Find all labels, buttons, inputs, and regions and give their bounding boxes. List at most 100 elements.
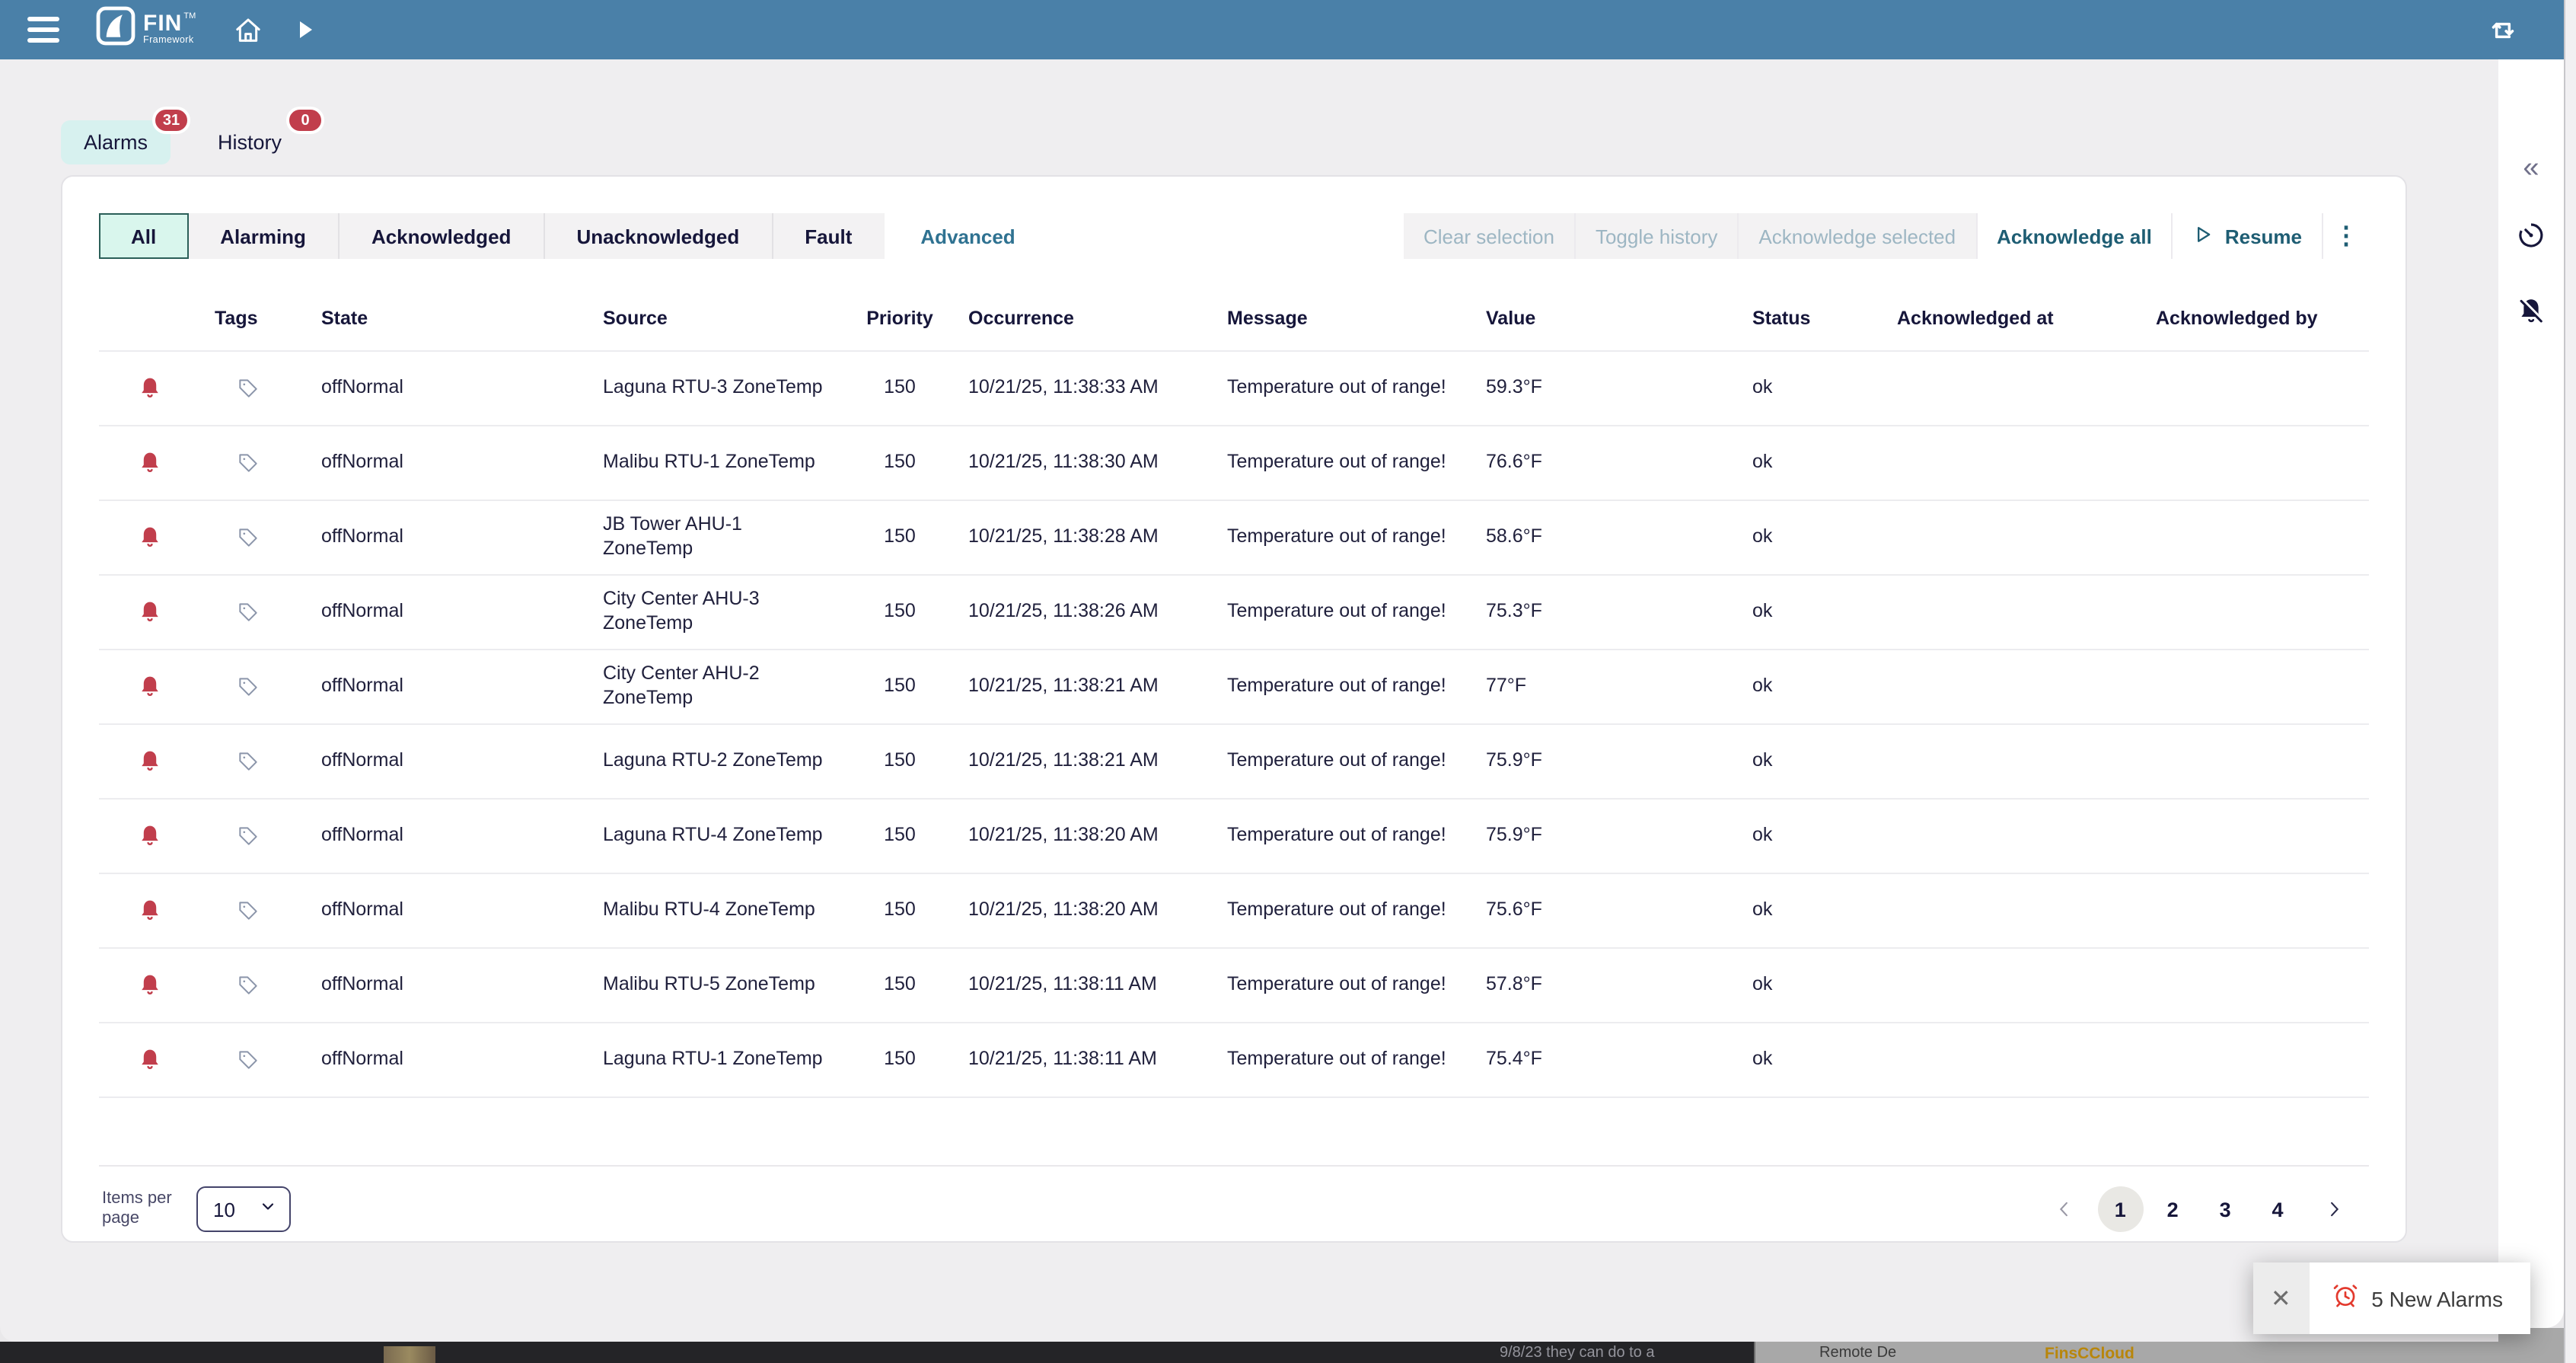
alarm-row[interactable]: offNormal Malibu RTU-1 ZoneTemp 150 10/2… (99, 425, 2369, 500)
more-options-kebab-icon[interactable]: ⋮ (2323, 213, 2369, 259)
tag-icon[interactable] (199, 445, 306, 481)
filter-segment-button[interactable]: Acknowledged (340, 213, 545, 259)
tag-icon[interactable] (199, 370, 306, 407)
acknowledged-by-cell (2141, 905, 2369, 917)
acknowledged-by-cell (2141, 755, 2369, 768)
tag-icon[interactable] (199, 743, 306, 780)
toast-message: 5 New Alarms (2371, 1286, 2503, 1310)
acknowledged-by-cell (2141, 382, 2369, 394)
page-numbers: 1 2 3 4 (2097, 1186, 2300, 1232)
alarm-bell-icon (99, 524, 199, 551)
alarm-row[interactable]: offNormal Laguna RTU-4 ZoneTemp 150 10/2… (99, 798, 2369, 873)
alarm-row[interactable]: offNormal City Center AHU-2 ZoneTemp 150… (99, 649, 2369, 723)
history-clock-icon[interactable] (2515, 219, 2547, 259)
column-header[interactable]: Message (1212, 308, 1471, 329)
source-cell: Laguna RTU-4 ZoneTemp (588, 818, 846, 854)
page-size-select[interactable]: 10 (196, 1186, 291, 1232)
acknowledged-at-cell (1882, 979, 2141, 991)
alarm-bell-icon (99, 897, 199, 924)
background-text-fragment: Remote De (1819, 1345, 1896, 1361)
status-cell: ok (1737, 669, 1882, 704)
column-header[interactable]: Occurrence (953, 308, 1212, 329)
status-cell: ok (1737, 519, 1882, 555)
page-number-button[interactable]: 3 (2202, 1186, 2248, 1232)
tag-icon[interactable] (199, 967, 306, 1004)
alarm-row[interactable]: offNormal Laguna RTU-3 ZoneTemp 150 10/2… (99, 350, 2369, 425)
value-cell: 75.4°F (1471, 1042, 1737, 1077)
tab[interactable]: Alarms 31 (61, 120, 171, 164)
collapse-panel-icon[interactable]: « (2523, 154, 2539, 183)
page-number-button[interactable]: 1 (2097, 1186, 2143, 1232)
tag-icon[interactable] (199, 519, 306, 556)
alarm-row[interactable]: offNormal City Center AHU-3 ZoneTemp 150… (99, 574, 2369, 649)
acknowledge-all-button[interactable]: Acknowledge all (1977, 213, 2173, 259)
column-header[interactable]: Priority (846, 308, 953, 329)
tab-count-badge: 0 (286, 107, 324, 134)
toggle-history-button[interactable]: Toggle history (1576, 213, 1739, 259)
tag-icon[interactable] (199, 818, 306, 854)
breadcrumb-caret-icon[interactable] (299, 21, 311, 38)
pager: 1 2 3 4 (2044, 1186, 2354, 1232)
alarm-row[interactable]: offNormal Malibu RTU-5 ZoneTemp 150 10/2… (99, 947, 2369, 1022)
acknowledged-at-cell (1882, 1054, 2141, 1066)
alarm-row[interactable]: offNormal Laguna RTU-1 ZoneTemp 150 10/2… (99, 1022, 2369, 1098)
value-cell: 75.6°F (1471, 892, 1737, 928)
filter-segment-button[interactable]: All (99, 213, 188, 259)
alarm-bell-icon (99, 673, 199, 701)
alarms-toolbar: All Alarming Acknowledged Unacknowledged… (99, 213, 2369, 259)
tag-icon[interactable] (199, 669, 306, 705)
alarm-row[interactable]: offNormal Malibu RTU-4 ZoneTemp 150 10/2… (99, 873, 2369, 947)
alarm-bell-icon (99, 375, 199, 402)
resume-button[interactable]: Resume (2173, 213, 2323, 259)
items-per-page: Items per page 10 (102, 1186, 291, 1232)
alarm-mute-bell-icon[interactable] (2515, 295, 2547, 335)
column-header[interactable]: Acknowledged at (1882, 308, 2141, 329)
acknowledge-selected-button[interactable]: Acknowledge selected (1739, 213, 1977, 259)
alarm-tabs: Alarms 31 History 0 (61, 120, 2498, 164)
message-cell: Temperature out of range! (1212, 445, 1471, 480)
previous-page-icon[interactable] (2044, 1197, 2083, 1221)
tag-icon[interactable] (199, 1042, 306, 1078)
tab[interactable]: History 0 (195, 120, 304, 164)
column-header[interactable]: Acknowledged by (2141, 308, 2369, 329)
acknowledged-at-cell (1882, 681, 2141, 693)
occurrence-cell: 10/21/25, 11:38:20 AM (953, 892, 1212, 928)
page-number-button[interactable]: 2 (2150, 1186, 2195, 1232)
menu-icon[interactable] (27, 17, 59, 43)
column-header[interactable]: Status (1737, 308, 1882, 329)
occurrence-cell: 10/21/25, 11:38:28 AM (953, 519, 1212, 555)
acknowledged-at-cell (1882, 531, 2141, 544)
close-icon[interactable]: ✕ (2252, 1262, 2309, 1334)
page-number-button[interactable]: 4 (2255, 1186, 2300, 1232)
occurrence-cell: 10/21/25, 11:38:33 AM (953, 370, 1212, 406)
browser-scrollbar[interactable] (2564, 0, 2576, 1363)
background-window-strip: 9/8/23 they can do to a Remote De FinsCC… (0, 1342, 2576, 1363)
repeat-refresh-icon[interactable] (2488, 14, 2518, 45)
column-header[interactable]: Source (588, 308, 846, 329)
fin-framework-logo[interactable]: FIN TM Framework (96, 6, 196, 53)
status-cell: ok (1737, 1042, 1882, 1077)
tag-icon[interactable] (199, 892, 306, 929)
priority-cell: 150 (846, 675, 953, 698)
column-header[interactable]: State (306, 308, 588, 329)
toast-body[interactable]: 5 New Alarms (2309, 1262, 2530, 1334)
filter-segment-button[interactable]: Alarming (188, 213, 340, 259)
tag-icon[interactable] (199, 594, 306, 630)
home-icon[interactable] (232, 14, 263, 45)
value-cell: 76.6°F (1471, 445, 1737, 480)
priority-cell: 150 (846, 749, 953, 773)
alarm-row[interactable]: offNormal JB Tower AHU-1 ZoneTemp 150 10… (99, 500, 2369, 574)
message-cell: Temperature out of range! (1212, 669, 1471, 704)
priority-cell: 150 (846, 899, 953, 922)
tab-label: History (218, 131, 282, 154)
column-header[interactable]: Tags (199, 308, 306, 329)
clear-selection-button[interactable]: Clear selection (1404, 213, 1576, 259)
next-page-icon[interactable] (2314, 1197, 2354, 1221)
advanced-filter-link[interactable]: Advanced (920, 225, 1015, 247)
filter-segment-button[interactable]: Fault (773, 213, 884, 259)
priority-cell: 150 (846, 824, 953, 847)
filter-segment-button[interactable]: Unacknowledged (544, 213, 773, 259)
column-header[interactable]: Value (1471, 308, 1737, 329)
alarm-row[interactable]: offNormal Laguna RTU-2 ZoneTemp 150 10/2… (99, 723, 2369, 798)
source-cell: JB Tower AHU-1 ZoneTemp (588, 508, 846, 568)
